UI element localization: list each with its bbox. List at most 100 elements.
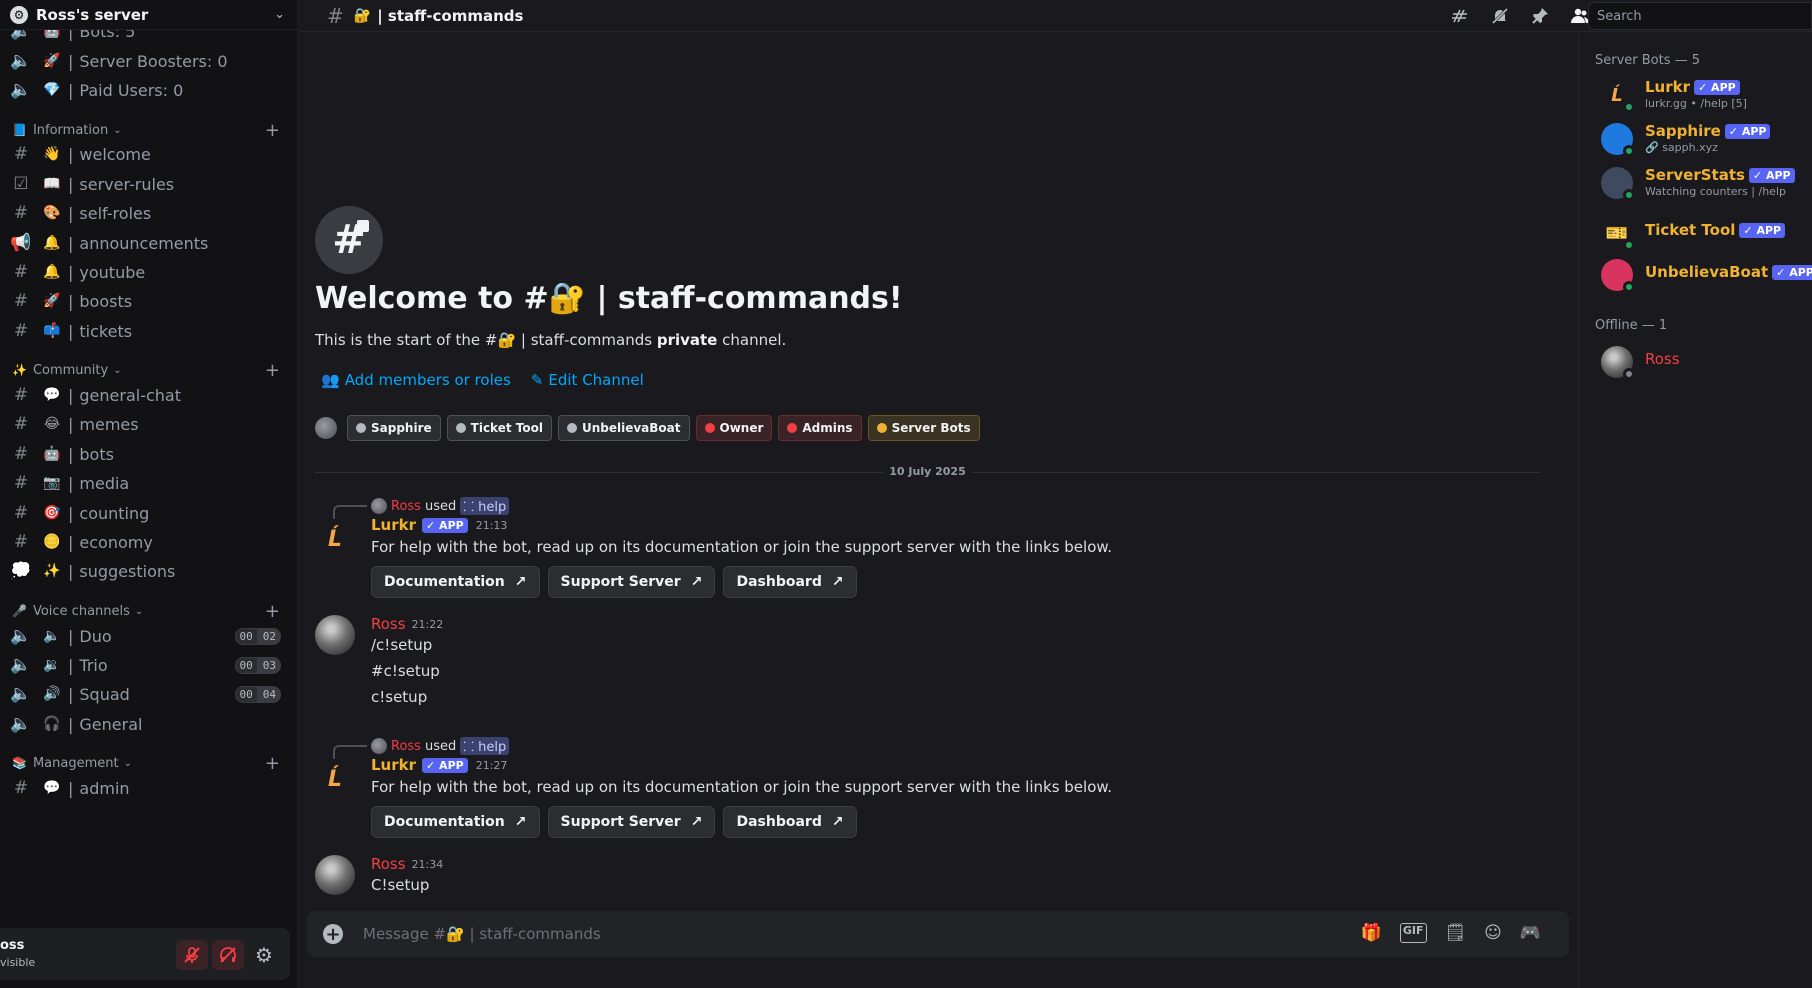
add-members-button[interactable]: 👥 Add members or roles xyxy=(321,371,511,389)
user-name[interactable]: oss xyxy=(0,938,24,953)
hash-icon: # xyxy=(13,203,29,223)
add-channel-icon[interactable]: + xyxy=(265,601,280,622)
documentation-button[interactable]: Documentation ↗ xyxy=(371,806,540,838)
voice-channel-squad[interactable]: 🔈 🔊 | Squad 00 04 xyxy=(0,679,297,709)
channel-announcements[interactable]: 📢 🔔 | announcements xyxy=(0,228,297,258)
dashboard-button[interactable]: Dashboard ↗ xyxy=(723,806,857,838)
channel-server-boosters[interactable]: 🔈 🚀 | Server Boosters: 0 xyxy=(0,46,297,76)
channel-paid-users[interactable]: 🔈 💎 | Paid Users: 0 xyxy=(0,75,297,105)
channel-bots[interactable]: # 🤖 | bots xyxy=(0,439,297,469)
add-channel-icon[interactable]: + xyxy=(265,120,280,141)
gif-icon[interactable]: GIF xyxy=(1399,923,1427,943)
message-author[interactable]: Lurkr xyxy=(371,516,416,534)
apps-gamepad-icon[interactable]: 🎮 xyxy=(1520,923,1541,943)
message-author[interactable]: Ross xyxy=(371,615,406,633)
topbar-actions xyxy=(1448,5,1592,27)
role-chip[interactable]: UnbelievaBoat xyxy=(557,415,690,441)
message-text: /c!setup xyxy=(371,636,433,654)
add-channel-icon[interactable]: + xyxy=(265,360,280,381)
member-item[interactable]: Ĺ Lurkr ✓ APP lurkr.gg • /help [5] xyxy=(1601,77,1811,121)
notifications-muted-icon[interactable] xyxy=(1488,5,1512,27)
command-reply[interactable]: Ross used ⸬ help xyxy=(333,497,510,519)
dashboard-button[interactable]: Dashboard ↗ xyxy=(723,566,857,598)
channel-media[interactable]: # 📷 | media xyxy=(0,468,297,498)
category-information[interactable]: 📘 Information ⌄ + xyxy=(0,120,297,141)
role-chip[interactable]: Admins xyxy=(778,415,862,441)
external-link-icon: ↗ xyxy=(514,574,527,590)
megaphone-icon: 📢 xyxy=(10,233,32,253)
server-header[interactable]: ⚙ Ross's server ⌄ xyxy=(0,0,297,30)
timestamp: 21:34 xyxy=(411,857,444,871)
slash-command[interactable]: ⸬ help xyxy=(460,737,510,755)
documentation-button[interactable]: Documentation ↗ xyxy=(371,566,540,598)
category-voice-channels[interactable]: 🎤 Voice channels ⌄ + xyxy=(0,601,297,622)
channel-self-roles[interactable]: # 🎨 | self-roles xyxy=(0,198,297,228)
user-panel: oss visible ⚙ xyxy=(0,928,290,980)
role-chip[interactable]: Owner xyxy=(695,415,773,441)
member-item[interactable]: ServerStats ✓ APP Watching counters | /he… xyxy=(1601,165,1811,209)
sticker-icon[interactable]: 🗒 xyxy=(1445,923,1467,943)
category-management[interactable]: 📚 Management ⌄ + xyxy=(0,753,297,774)
upload-plus-icon[interactable]: + xyxy=(323,924,343,945)
gift-icon[interactable]: 🎁 xyxy=(1361,923,1382,943)
speaker-icon: 🔈 xyxy=(10,626,32,646)
timestamp: 21:27 xyxy=(475,758,508,772)
threads-icon[interactable] xyxy=(1448,5,1472,27)
voice-channel-general[interactable]: 🔈 🎧 | General xyxy=(0,709,297,739)
command-reply[interactable]: Ross used ⸬ help xyxy=(333,737,510,759)
timestamp: 21:13 xyxy=(475,518,508,532)
role-chip[interactable]: Server Bots xyxy=(867,415,980,441)
voice-channel-duo[interactable]: 🔈 🔈 | Duo 00 02 xyxy=(0,621,297,651)
channel-roles: Sapphire Ticket Tool UnbelievaBoat Owner… xyxy=(315,415,980,441)
avatar[interactable]: Ĺ xyxy=(315,759,355,799)
channel-server-rules[interactable]: ☑ 📖 | server-rules xyxy=(0,169,297,199)
settings-gear-icon[interactable]: ⚙ xyxy=(248,940,280,970)
emoji-icon[interactable]: ☺ xyxy=(1484,923,1502,943)
avatar[interactable]: Ĺ xyxy=(315,519,355,559)
channel-counting[interactable]: # 🎯 | counting xyxy=(0,498,297,528)
app-badge: ✓ APP xyxy=(1772,264,1812,280)
role-chip[interactable]: Sapphire xyxy=(347,415,441,441)
channel-tickets[interactable]: # 📫 | tickets xyxy=(0,316,297,346)
member-item[interactable]: Sapphire ✓ APP 🔗 sapph.xyz xyxy=(1601,121,1811,165)
channel-suggestions[interactable]: 💭 ✨ | suggestions xyxy=(0,556,297,586)
mic-muted-icon[interactable] xyxy=(176,940,208,970)
channel-welcome[interactable]: # 👋 | welcome xyxy=(0,139,297,169)
support-server-button[interactable]: Support Server ↗ xyxy=(547,566,716,598)
avatar[interactable] xyxy=(315,855,355,895)
member-group-header: Offline — 1 xyxy=(1595,318,1668,333)
edit-channel-button[interactable]: ✎ Edit Channel xyxy=(531,371,644,389)
search-input[interactable]: Search xyxy=(1588,2,1812,30)
avatar[interactable] xyxy=(315,615,355,655)
member-item[interactable]: Ross xyxy=(1601,344,1811,388)
composer-actions: 🎁 GIF 🗒 ☺ 🎮 xyxy=(1361,923,1541,943)
channel-memes[interactable]: # 😂 | memes xyxy=(0,409,297,439)
channel-list: 🔈 🤖 | Bots: 5 🔈 🚀 | Server Boosters: 0 🔈… xyxy=(0,18,297,930)
message-author[interactable]: Ross xyxy=(371,855,406,873)
external-link-icon: ↗ xyxy=(690,574,703,590)
voice-channel-trio[interactable]: 🔈 🔉 | Trio 00 03 xyxy=(0,650,297,680)
add-channel-icon[interactable]: + xyxy=(265,753,280,774)
support-server-button[interactable]: Support Server ↗ xyxy=(547,806,716,838)
chevron-down-icon[interactable]: ⌄ xyxy=(274,7,285,22)
channel-general-chat[interactable]: # 💬 | general-chat xyxy=(0,380,297,410)
channel-economy[interactable]: # 🪙 | economy xyxy=(0,527,297,557)
hash-icon: # xyxy=(13,385,29,405)
avatar[interactable] xyxy=(315,417,337,439)
channel-boosts[interactable]: # 🚀 | boosts xyxy=(0,286,297,316)
channel-youtube[interactable]: # 🔔 | youtube xyxy=(0,257,297,287)
message-composer[interactable]: + Message #🔐 | staff-commands 🎁 GIF 🗒 ☺ … xyxy=(307,911,1569,957)
speaker-icon: 🔈 xyxy=(10,714,32,734)
message-input[interactable]: Message #🔐 | staff-commands xyxy=(363,925,601,943)
headphones-deafened-icon[interactable] xyxy=(212,940,244,970)
slash-command[interactable]: ⸬ help xyxy=(460,497,510,515)
external-link-icon: ↗ xyxy=(690,814,703,830)
role-chip[interactable]: Ticket Tool xyxy=(446,415,552,441)
category-community[interactable]: ✨ Community ⌄ + xyxy=(0,360,297,381)
member-item[interactable]: UnbelievaBoat ✓ APP xyxy=(1601,257,1812,301)
message-author[interactable]: Lurkr xyxy=(371,756,416,774)
channel-admin[interactable]: # 💬 | admin xyxy=(0,773,297,803)
avatar xyxy=(371,738,387,754)
member-item[interactable]: 🎫 Ticket Tool ✓ APP xyxy=(1601,215,1811,259)
pin-icon[interactable] xyxy=(1528,5,1552,27)
